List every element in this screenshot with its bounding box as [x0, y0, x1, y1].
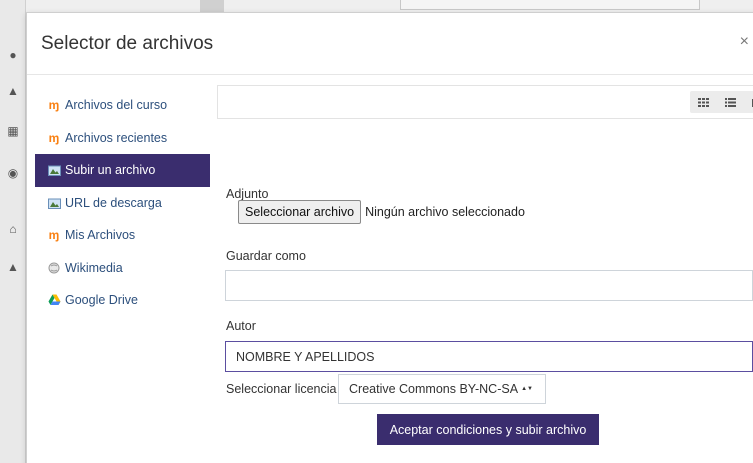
- sidebar-item-course-files[interactable]: ɱ Archivos del curso: [35, 89, 210, 122]
- wikimedia-icon: [47, 261, 61, 275]
- background-toolbar-fragment: [200, 0, 224, 12]
- background-nav-rail: ● ▲ ▦ ◉ ⌂ ▲: [0, 0, 26, 463]
- sidebar-item-label: Subir un archivo: [65, 163, 156, 178]
- sidebar-item-label: Archivos del curso: [65, 98, 168, 113]
- file-picker-modal: Selector de archivos × ɱ Archivos del cu…: [26, 12, 753, 463]
- users-icon: ●: [9, 48, 17, 62]
- save-as-label: Guardar como: [226, 249, 306, 263]
- author-input[interactable]: [225, 341, 753, 372]
- accept-and-upload-button[interactable]: Aceptar condiciones y subir archivo: [377, 414, 599, 445]
- sidebar-item-recent-files[interactable]: ɱ Archivos recientes: [35, 122, 210, 155]
- moodle-icon: ɱ: [48, 130, 60, 145]
- modal-title: Selector de archivos: [41, 32, 214, 54]
- attachment-label: Adjunto: [226, 187, 269, 201]
- background-editor-toolbar: [400, 0, 700, 10]
- graduation-cap-icon: ▲: [7, 260, 19, 274]
- google-drive-icon: [47, 293, 61, 307]
- list-view-icon[interactable]: [717, 91, 744, 113]
- sidebar-item-label: Google Drive: [65, 293, 138, 308]
- grid-icon: ▦: [7, 124, 19, 138]
- license-select[interactable]: Creative Commons BY-NC-SA ▲▼: [338, 374, 546, 404]
- author-label: Autor: [226, 319, 256, 333]
- view-toolbar: [217, 85, 753, 119]
- shield-icon: ▲: [7, 84, 19, 98]
- moodle-icon: ɱ: [48, 228, 60, 243]
- save-as-input[interactable]: [225, 270, 753, 301]
- icons-view-icon[interactable]: [690, 91, 717, 113]
- license-selected-value: Creative Commons BY-NC-SA: [349, 382, 519, 396]
- sidebar-item-label: URL de descarga: [65, 195, 162, 210]
- sidebar-item-google-drive[interactable]: Google Drive: [35, 284, 210, 317]
- home-icon: ⌂: [9, 222, 17, 236]
- license-label: Seleccionar licencia: [226, 382, 337, 396]
- url-download-icon: [47, 196, 61, 210]
- select-arrows-icon: ▲▼: [521, 386, 533, 392]
- sidebar-item-upload-file[interactable]: Subir un archivo: [35, 154, 210, 187]
- sidebar-item-url-download[interactable]: URL de descarga: [35, 187, 210, 220]
- file-chooser: Seleccionar archivo Ningún archivo selec…: [238, 200, 525, 224]
- modal-header: Selector de archivos ×: [27, 13, 753, 75]
- moodle-icon: ɱ: [48, 98, 60, 113]
- upload-icon: [47, 163, 61, 177]
- choose-file-button[interactable]: Seleccionar archivo: [238, 200, 362, 224]
- file-status-text: Ningún archivo seleccionado: [365, 205, 525, 219]
- sidebar-item-label: Wikimedia: [65, 260, 123, 275]
- folder-view-icon[interactable]: [744, 91, 753, 113]
- sidebar-item-my-files[interactable]: ɱ Mis Archivos: [35, 219, 210, 252]
- upload-form-area: Adjunto Seleccionar archivo Ningún archi…: [217, 83, 753, 463]
- sidebar-item-label: Mis Archivos: [65, 228, 136, 243]
- close-button[interactable]: ×: [740, 33, 749, 51]
- badge-icon: ◉: [7, 166, 19, 180]
- sidebar-item-label: Archivos recientes: [65, 130, 168, 145]
- repository-sidebar: ɱ Archivos del curso ɱ Archivos reciente…: [35, 89, 210, 317]
- view-mode-buttons: [690, 91, 753, 113]
- sidebar-item-wikimedia[interactable]: Wikimedia: [35, 252, 210, 285]
